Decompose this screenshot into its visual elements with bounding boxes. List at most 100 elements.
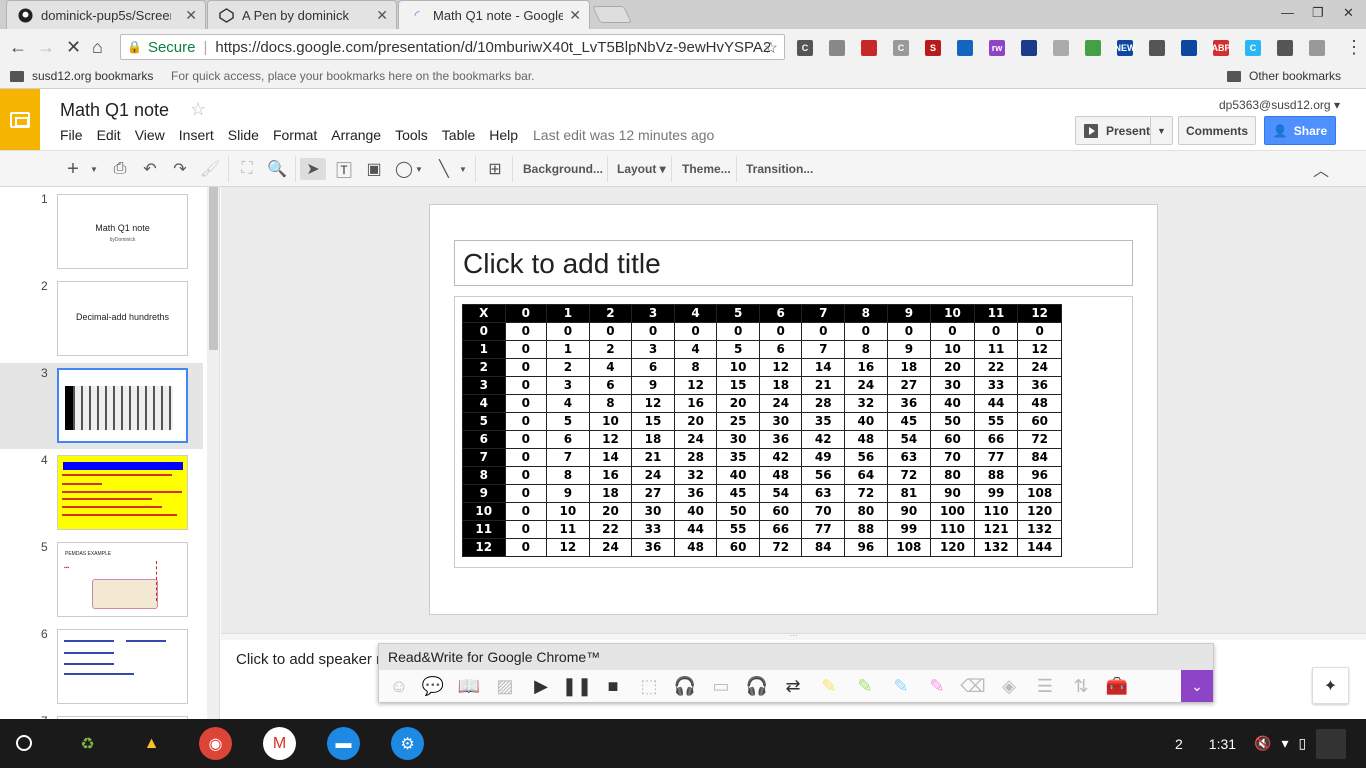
extension-icon[interactable] [1149, 40, 1165, 56]
share-button[interactable]: 👤 Share [1264, 116, 1336, 145]
pause-icon[interactable]: ❚❚ [562, 674, 592, 698]
zoom-icon[interactable]: 🔍 [265, 158, 289, 180]
new-slide-icon[interactable]: + [60, 158, 86, 180]
transition-button[interactable]: Transition... [746, 162, 813, 176]
new-slide-dropdown-icon[interactable]: ▼ [88, 158, 100, 180]
explore-button[interactable]: ✦ [1312, 667, 1349, 704]
dictionary-icon[interactable]: 💬 [421, 674, 445, 698]
extension-icon[interactable] [1053, 40, 1069, 56]
menu-table[interactable]: Table [442, 127, 475, 143]
slide-thumbnail-5[interactable]: PEMDAS EXAMPLE ▪▪▪ [57, 542, 188, 617]
speaker-notes-placeholder[interactable]: Click to add speaker n [236, 651, 384, 668]
extension-icon[interactable]: C [1245, 40, 1261, 56]
settings-icon[interactable]: ⚙ [391, 727, 424, 760]
layout-button[interactable]: Layout ▾ [617, 162, 666, 176]
collect-highlights-icon[interactable]: ◈ [997, 674, 1021, 698]
menu-slide[interactable]: Slide [228, 127, 259, 143]
other-bookmarks[interactable]: Other bookmarks [1227, 69, 1341, 83]
slide-thumbnail-4[interactable] [57, 455, 188, 530]
present-button[interactable]: Present ▼ [1075, 116, 1173, 145]
menu-view[interactable]: View [135, 127, 165, 143]
tab-slides-active[interactable]: ◜ Math Q1 note - Google S ✕ [398, 0, 590, 29]
files-icon[interactable]: ▬ [327, 727, 360, 760]
select-cursor-icon[interactable]: ➤ [300, 158, 326, 180]
screen-mask-icon[interactable]: ▭ [709, 674, 733, 698]
drive-icon[interactable]: ▲ [135, 727, 168, 760]
title-placeholder[interactable]: Click to add title [454, 240, 1133, 286]
multiplication-table-image[interactable]: X 0 1 2 3 4 5 6 7 8 9 10 11 12 0 0 0 0 0 0 0 0 0 0 0 0 0 0 1 0 1 2 3 4 5 6 7… [462, 304, 1062, 557]
tab-codepen[interactable]: A Pen by dominick ✕ [207, 0, 397, 29]
shape-dropdown-icon[interactable]: ▼ [414, 158, 424, 180]
readwrite-expand-icon[interactable]: ⌄ [1181, 670, 1213, 702]
chrome-icon[interactable]: ◉ [199, 727, 232, 760]
menu-arrange[interactable]: Arrange [331, 127, 381, 143]
extension-icon[interactable]: ABP [1212, 40, 1231, 56]
extension-icon[interactable] [957, 40, 973, 56]
screenshot-reader-icon[interactable]: ⬚ [637, 674, 661, 698]
voice-note-icon[interactable]: 🎧 [745, 674, 769, 698]
line-icon[interactable]: ╲ [432, 158, 456, 180]
sort-icon[interactable]: ⇅ [1069, 674, 1093, 698]
bookmark-star-icon[interactable]: ☆ [764, 38, 778, 58]
highlight-yellow-icon[interactable]: ✎ [817, 674, 841, 698]
extension-icon[interactable]: C [797, 40, 813, 56]
image-dictionary-icon[interactable]: ▨ [493, 674, 517, 698]
extension-icon[interactable] [1277, 40, 1293, 56]
clear-highlights-icon[interactable]: ⌫ [960, 674, 985, 698]
translator-icon[interactable]: ⇄ [781, 674, 805, 698]
extension-icon[interactable]: NEW [1115, 40, 1136, 56]
image-icon[interactable]: ▣ [362, 158, 386, 180]
menu-file[interactable]: File [60, 127, 83, 143]
extension-icon[interactable]: S [925, 40, 941, 56]
notes-splitter[interactable]: ⋯ [221, 632, 1366, 640]
stop-icon[interactable]: ✕ [66, 37, 81, 58]
menu-help[interactable]: Help [489, 127, 518, 143]
text-box-icon[interactable]: 🅃 [332, 158, 356, 180]
url-text[interactable]: https://docs.google.com/presentation/d/1… [215, 39, 770, 56]
extension-icon[interactable] [1181, 40, 1197, 56]
slide-thumbnail-6[interactable] [57, 629, 188, 704]
comments-button[interactable]: Comments [1178, 116, 1256, 145]
extension-icon[interactable] [829, 40, 845, 56]
bookmark-folder-susd12[interactable]: susd12.org bookmarks [10, 69, 153, 83]
collapse-toolbar-icon[interactable]: ︿ [1310, 158, 1332, 180]
highlight-blue-icon[interactable]: ✎ [889, 674, 913, 698]
extension-icon[interactable] [1309, 40, 1325, 56]
close-tab-icon[interactable]: ✕ [569, 7, 581, 24]
menu-insert[interactable]: Insert [179, 127, 214, 143]
extension-icon[interactable] [1021, 40, 1037, 56]
extension-icon[interactable] [1085, 40, 1101, 56]
extension-icon[interactable] [861, 40, 877, 56]
minimize-icon[interactable]: — [1281, 5, 1294, 20]
slide-thumbnail-2[interactable]: Decimal-add hundreths [57, 281, 188, 356]
prediction-icon[interactable]: ☺ [387, 674, 411, 698]
close-window-icon[interactable]: ✕ [1343, 5, 1354, 21]
extension-icon[interactable]: C [893, 40, 909, 56]
slide-thumbnail-1[interactable]: Math Q1 note byDominick [57, 194, 188, 269]
vocabulary-list-icon[interactable]: ☰ [1033, 674, 1057, 698]
notification-count[interactable]: 2 [1175, 736, 1183, 752]
home-icon[interactable]: ⌂ [92, 37, 103, 58]
status-area[interactable]: 2 1:31 🔇 ▾ ▯ [1175, 719, 1347, 768]
study-skills-icon[interactable]: 🧰 [1105, 674, 1129, 698]
add-comment-icon[interactable]: ⊞ [483, 158, 507, 180]
forward-icon[interactable]: → [37, 37, 55, 58]
extension-icon[interactable]: rw [989, 40, 1005, 56]
shape-icon[interactable]: ◯ [392, 158, 416, 180]
new-tab-button[interactable] [592, 6, 632, 23]
filmstrip-scroll-thumb[interactable] [209, 187, 218, 350]
menu-format[interactable]: Format [273, 127, 317, 143]
account-email[interactable]: dp5363@susd12.org ▾ [1219, 98, 1340, 112]
restore-icon[interactable]: ❐ [1312, 5, 1324, 21]
paint-format-icon[interactable]: 🖌 [198, 158, 222, 180]
redo-icon[interactable]: ↷ [168, 158, 192, 180]
audio-maker-icon[interactable]: 🎧 [673, 674, 697, 698]
menu-edit[interactable]: Edit [97, 127, 121, 143]
zoom-fit-icon[interactable]: ⛶ [235, 158, 259, 180]
gmail-icon[interactable]: M [263, 727, 296, 760]
star-document-icon[interactable]: ☆ [190, 99, 206, 120]
clock[interactable]: 1:31 [1209, 736, 1236, 752]
stop-icon[interactable]: ■ [601, 674, 625, 698]
present-dropdown-icon[interactable]: ▼ [1150, 117, 1172, 144]
slides-logo-icon[interactable] [0, 89, 40, 150]
